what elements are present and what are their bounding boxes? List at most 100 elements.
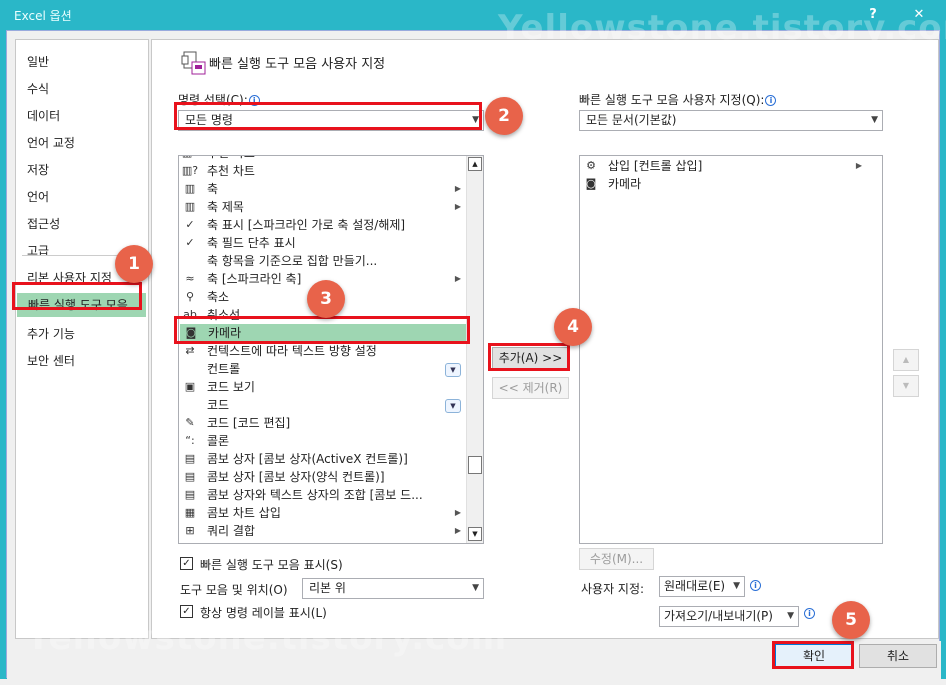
list-item-label: 추천 차트 xyxy=(207,164,255,178)
customize-qat-value: 모든 문서(기본값) xyxy=(586,113,677,127)
import-export-dropdown[interactable]: 가져오기/내보내기(P) ▼ xyxy=(659,606,799,627)
commands-list[interactable]: ▥? 추천 자료 ▥? 추천 차트 ▥ 축 ▶ ▥ 축 제목 ▶ ✓ 축 표시 [스파크라인 가로 축… xyxy=(178,155,484,544)
reset-dropdown[interactable]: 원래대로(E) ▼ xyxy=(659,576,745,597)
info-icon: i xyxy=(248,95,260,106)
qat-items-list[interactable]: ⚙ 삽입 [컨트롤 삽입] ▶ ◙ 카메라 xyxy=(579,155,883,544)
list-item[interactable]: ⚙ 삽입 [컨트롤 삽입] ▶ xyxy=(580,157,868,175)
list-item-label: 코드 [코드 편집] xyxy=(207,416,291,430)
list-item-label: 축 제목 xyxy=(207,200,244,214)
info-icon: i xyxy=(804,608,815,619)
list-item-label: 추천 자료 xyxy=(207,156,255,160)
colon-icon: “: xyxy=(185,434,195,447)
nav-item[interactable]: 빠른 실행 도구 모음 xyxy=(17,293,146,317)
list-item-label: 콤보 상자 [콤보 상자(양식 컨트롤)] xyxy=(207,470,385,484)
axis-title-icon: ▥ xyxy=(184,200,196,213)
list-item[interactable]: ▤ 콤보 상자 [콤보 상자(ActiveX 컨트롤)] xyxy=(179,450,467,468)
add-button[interactable]: 추가(A) >> xyxy=(492,347,569,369)
chevron-right-icon: ▶ xyxy=(855,161,862,170)
list-item[interactable]: ▤ 콤보 상자 [콤보 상자(양식 컨트롤)] xyxy=(179,468,467,486)
list-item[interactable]: ⇄ 컨텍스트에 따라 텍스트 방향 설정 xyxy=(179,342,467,360)
move-down-button[interactable]: ▼ xyxy=(893,375,919,397)
position-value: 리본 위 xyxy=(309,581,346,595)
dialog-footer: 확인 취소 xyxy=(7,641,941,679)
chart-icon: ▥? xyxy=(181,156,199,161)
camera-icon: ◙ xyxy=(585,177,597,190)
show-qat-label: 빠른 실행 도구 모음 표시(S) xyxy=(200,558,343,572)
help-button[interactable]: ? xyxy=(850,0,896,30)
callout-5: 5 xyxy=(832,601,870,639)
list-item-label: 축소 xyxy=(207,290,230,304)
list-item[interactable]: ▦ 콤보 차트 삽입 ▶ xyxy=(179,504,467,522)
dropdown-icon: ▼ xyxy=(445,399,461,413)
modify-button[interactable]: 수정(M)... xyxy=(579,548,654,570)
list-item-label: 취소선 xyxy=(207,308,241,322)
nav-item[interactable]: 일반 xyxy=(16,50,150,74)
choose-commands-text: 명령 선택(C): xyxy=(178,93,248,107)
list-item-label: 축 xyxy=(207,182,219,196)
check-icon: ✓ xyxy=(185,218,195,231)
choose-commands-label: 명령 선택(C): i xyxy=(178,91,260,108)
nav-item[interactable]: 저장 xyxy=(16,158,150,182)
import-export-value: 가져오기/내보내기(P) xyxy=(664,609,773,623)
nav-item[interactable]: 보안 센터 xyxy=(16,349,150,373)
options-nav: 일반 수식 데이터 언어 교정 저장 언어 접근성 고급 리본 사용자 지정 빠른 실행 도구 모… xyxy=(15,39,149,639)
list-item[interactable]: “: 콜론 xyxy=(179,432,467,450)
list-item[interactable]: ▥ 축 ▶ xyxy=(179,180,467,198)
chart-icon: ▥? xyxy=(181,164,199,177)
chevron-right-icon: ▶ xyxy=(454,184,461,193)
list-item[interactable]: ◙ 카메라 xyxy=(180,324,467,342)
nav-item[interactable]: 데이터 xyxy=(16,104,150,128)
list-item[interactable]: ▥ 축 제목 ▶ xyxy=(179,198,467,216)
info-icon: i xyxy=(765,95,777,106)
list-item[interactable]: ◙ 카메라 xyxy=(580,175,868,193)
list-item[interactable]: ✎ 코드 [코드 편집] xyxy=(179,414,467,432)
cancel-button[interactable]: 취소 xyxy=(859,644,937,668)
list-item[interactable]: 코드 ▼ xyxy=(179,396,467,414)
list-item-label: 카메라 xyxy=(208,326,242,340)
choose-commands-select[interactable]: 모든 명령 ▼ xyxy=(178,110,484,131)
position-select[interactable]: 리본 위 ▼ xyxy=(302,578,484,599)
ok-button[interactable]: 확인 xyxy=(775,644,853,668)
list-item[interactable]: ▥? 추천 자료 xyxy=(179,156,467,162)
chevron-down-icon: ▼ xyxy=(472,583,479,593)
customize-qat-select[interactable]: 모든 문서(기본값) ▼ xyxy=(579,110,883,131)
axis-icon: ▥ xyxy=(184,182,196,195)
scroll-up-button[interactable]: ▲ xyxy=(468,157,482,171)
window-bottom-edge xyxy=(0,679,946,685)
view-code-icon: ▣ xyxy=(184,380,196,393)
excel-options-window: Excel 옵션 ? ✕ 일반 수식 데이터 언어 교정 저장 언어 접근성 고급 리본 사용자… xyxy=(0,0,946,685)
list-item[interactable]: ▣ 코드 보기 xyxy=(179,378,467,396)
chevron-right-icon: ▶ xyxy=(454,526,461,535)
nav-item[interactable]: 언어 교정 xyxy=(16,131,150,155)
list-item[interactable]: ✓ 축 표시 [스파크라인 가로 축 설정/해제] xyxy=(179,216,467,234)
list-item[interactable]: ✓ 축 필드 단추 표시 xyxy=(179,234,467,252)
list-item-label: 콤보 차트 삽입 xyxy=(207,506,281,520)
list-item[interactable]: ▥? 추천 차트 xyxy=(179,162,467,180)
nav-item[interactable]: 접근성 xyxy=(16,212,150,236)
list-item[interactable]: 컨트롤 ▼ xyxy=(179,360,467,378)
position-label: 도구 모음 및 위치(O) xyxy=(180,583,288,597)
scroll-thumb[interactable] xyxy=(468,456,482,474)
commands-scrollbar[interactable]: ▲ ▼ xyxy=(466,156,483,543)
chevron-down-icon: ▼ xyxy=(787,611,794,621)
chevron-down-icon: ▼ xyxy=(733,581,740,591)
sparkline-icon: ≈ xyxy=(185,272,195,285)
close-button[interactable]: ✕ xyxy=(896,0,942,30)
always-show-labels-checkbox[interactable]: ✓ xyxy=(180,605,193,618)
callout-3: 3 xyxy=(307,280,345,318)
list-item[interactable]: 축 항목을 기준으로 집합 만들기... xyxy=(179,252,467,270)
chevron-right-icon: ▶ xyxy=(454,508,461,517)
nav-item[interactable]: 추가 기능 xyxy=(16,322,150,346)
remove-button[interactable]: << 제거(R) xyxy=(492,377,569,399)
scroll-down-button[interactable]: ▼ xyxy=(468,527,482,541)
list-item[interactable]: ⊞ 쿼리 결합 ▶ xyxy=(179,522,467,540)
move-up-button[interactable]: ▲ xyxy=(893,349,919,371)
show-qat-checkbox[interactable]: ✓ xyxy=(180,557,193,570)
nav-item[interactable]: 수식 xyxy=(16,77,150,101)
window-title: Excel 옵션 xyxy=(14,9,72,23)
nav-item[interactable]: 언어 xyxy=(16,185,150,209)
list-item-label: 코드 xyxy=(207,398,230,412)
list-item[interactable]: ▤ 콤보 상자와 텍스트 상자의 조합 [콤보 드... xyxy=(179,486,467,504)
callout-4: 4 xyxy=(554,308,592,346)
list-item-label: 축 필드 단추 표시 xyxy=(207,236,296,250)
